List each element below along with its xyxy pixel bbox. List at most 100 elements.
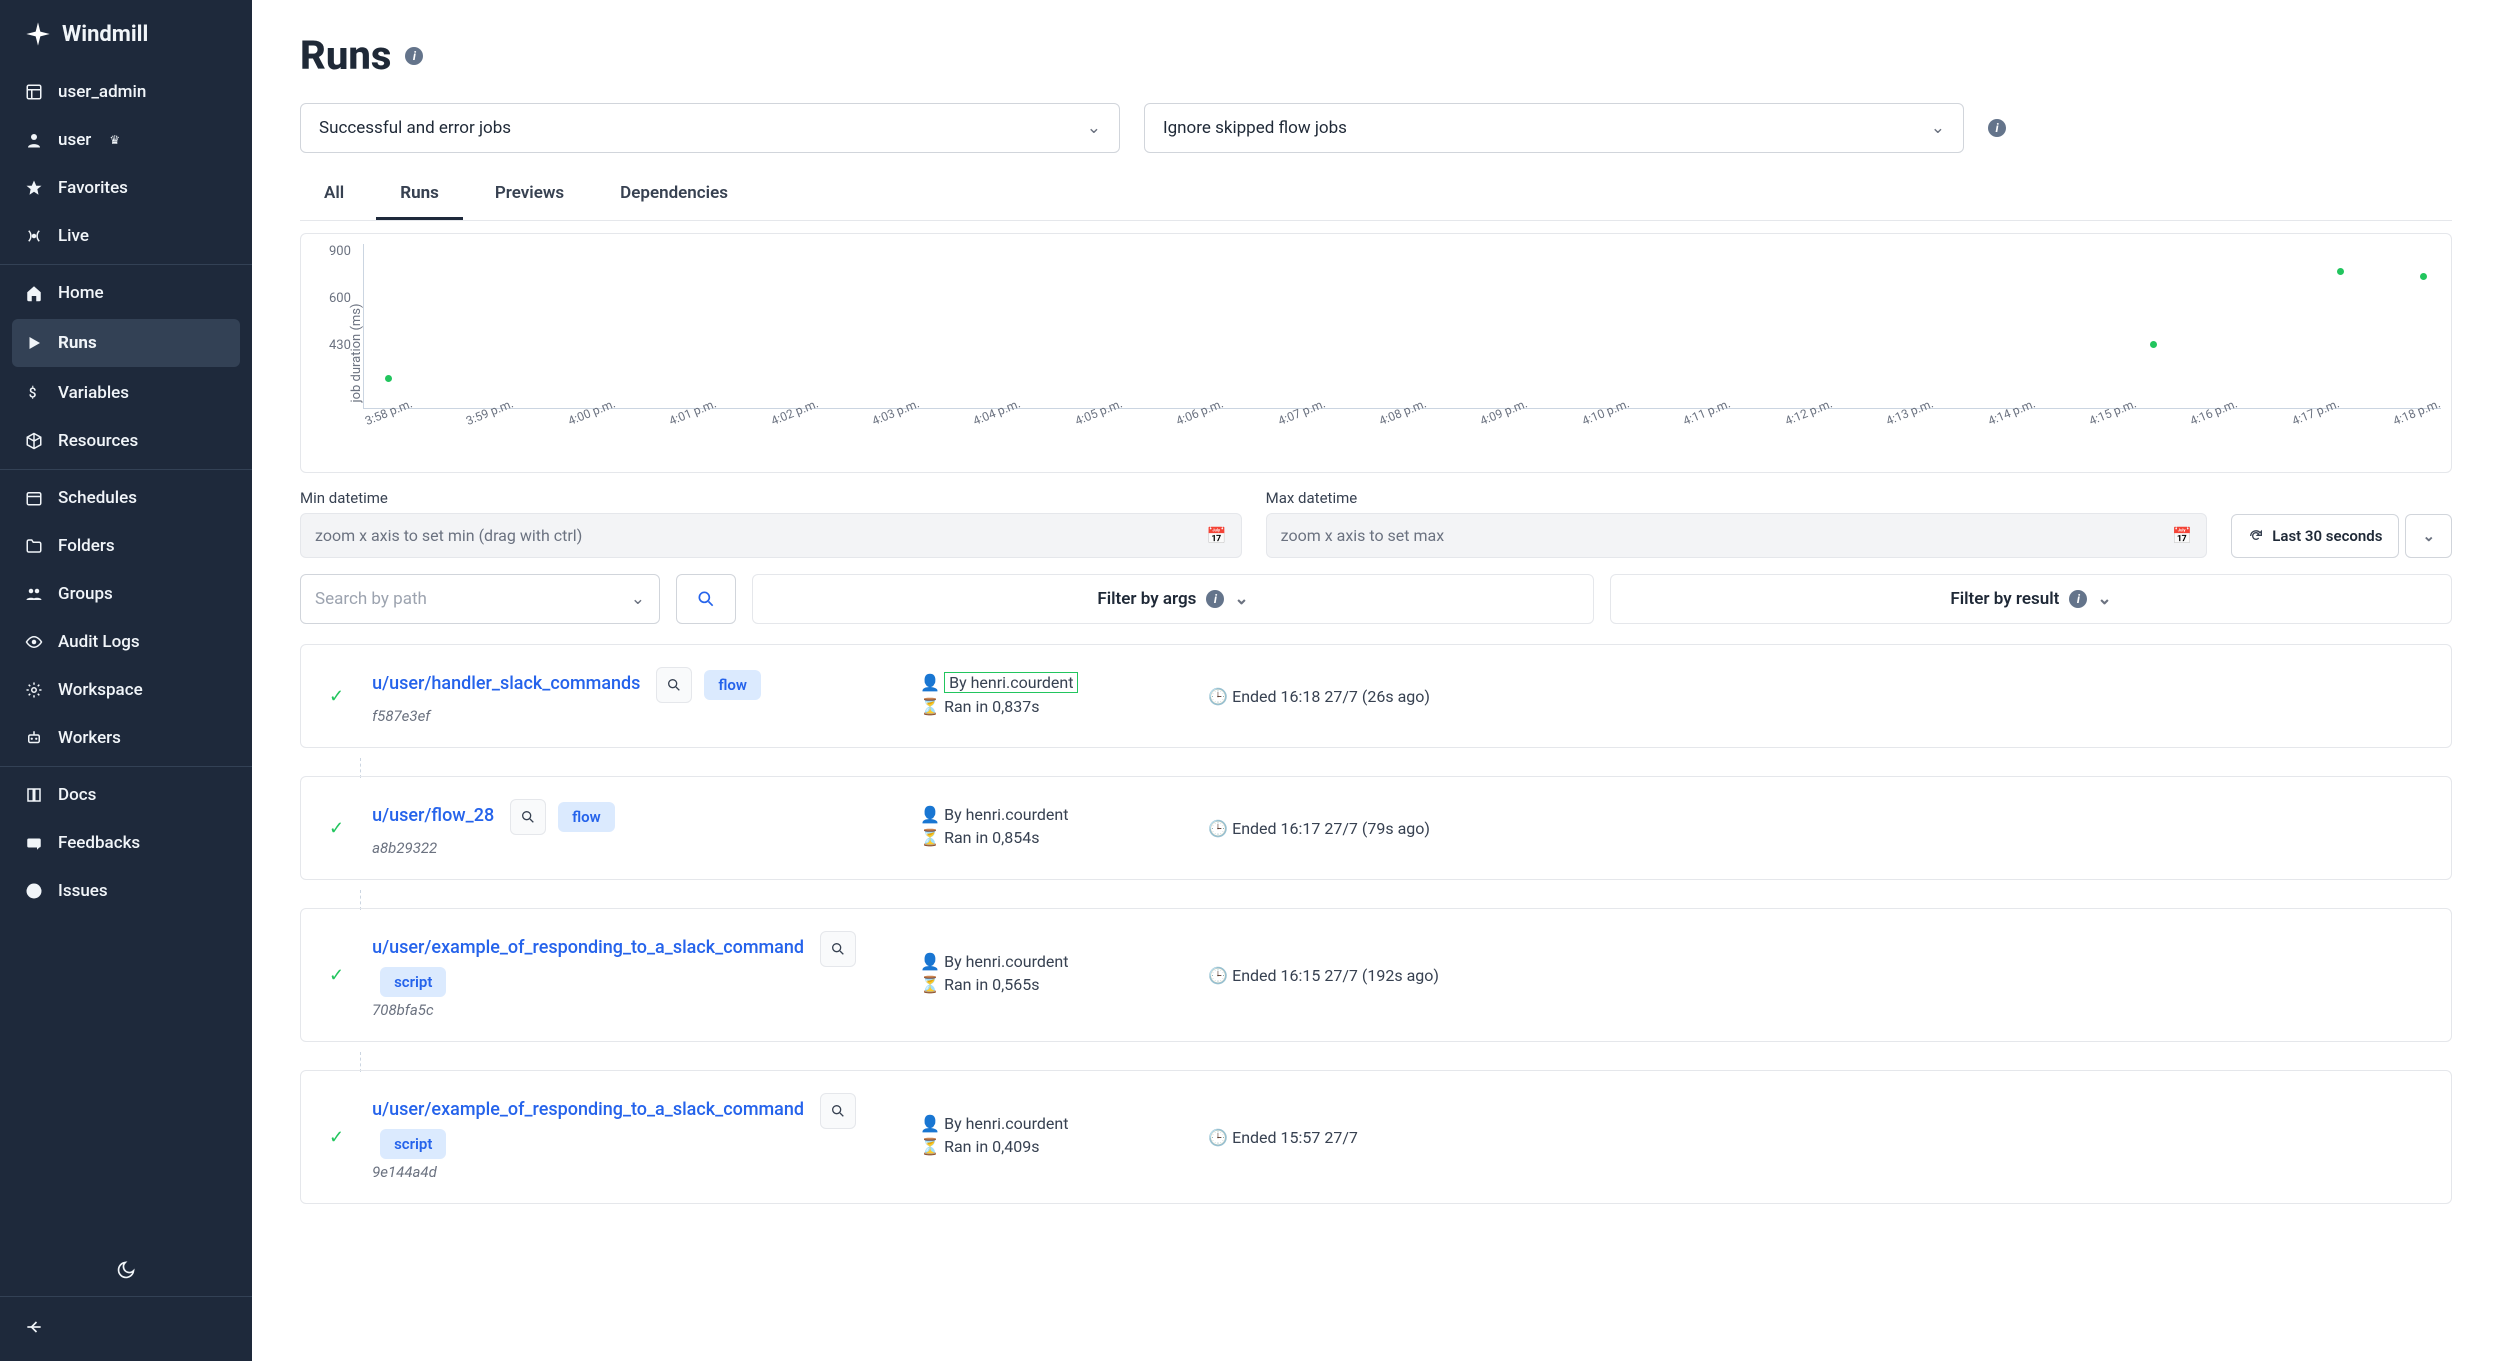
info-icon[interactable]: i (405, 47, 423, 65)
calendar-icon: 📅 (1207, 526, 1227, 545)
inspect-button[interactable] (510, 799, 546, 835)
status-filter-select[interactable]: Successful and error jobs ⌄ (300, 103, 1120, 153)
sidebar-item-user[interactable]: user ♛ (0, 116, 252, 164)
duration-chart[interactable]: job duration (ms) 900 600 430 3:58 p.m.3… (300, 233, 2452, 473)
hourglass-icon: ⏳ (920, 828, 936, 847)
hourglass-icon: ⏳ (920, 1137, 936, 1156)
chart-point[interactable] (2337, 268, 2344, 275)
info-icon[interactable]: i (1988, 119, 2006, 137)
check-icon: ✓ (329, 818, 344, 839)
skipped-filter-select[interactable]: Ignore skipped flow jobs ⌄ (1144, 103, 1964, 153)
sidebar-item-schedules[interactable]: Schedules (0, 474, 252, 522)
user-icon: 👤 (920, 1114, 936, 1133)
run-path[interactable]: u/user/handler_slack_commands (372, 673, 640, 694)
search-button[interactable] (676, 574, 736, 624)
sidebar-item-workspace-settings[interactable]: Workspace (0, 666, 252, 714)
inspect-button[interactable] (656, 667, 692, 703)
brand[interactable]: Windmill (0, 0, 252, 68)
sidebar-item-docs[interactable]: Docs (0, 771, 252, 819)
range-dropdown[interactable]: ⌄ (2405, 514, 2452, 558)
sidebar-item-live[interactable]: Live (0, 212, 252, 260)
min-datetime-input[interactable]: zoom x axis to set min (drag with ctrl) … (300, 513, 1242, 558)
kind-tag: script (380, 967, 446, 997)
clock-icon: 🕒 (1208, 1128, 1224, 1147)
run-card[interactable]: ✓ u/user/handler_slack_commands flow f58… (300, 644, 2452, 748)
run-hash: 9e144a4d (372, 1163, 892, 1181)
chart-point[interactable] (2420, 273, 2427, 280)
clock-icon: 🕒 (1208, 687, 1224, 706)
cube-icon (24, 431, 44, 451)
divider (0, 469, 252, 470)
sidebar-item-label: Audit Logs (58, 632, 140, 652)
sidebar-item-resources[interactable]: Resources (0, 417, 252, 465)
refresh-button[interactable]: Last 30 seconds (2231, 514, 2399, 558)
hourglass-icon: ⏳ (920, 697, 936, 716)
sidebar-item-workspace[interactable]: user_admin (0, 68, 252, 116)
run-duration: Ran in 0,565s (944, 975, 1039, 994)
theme-toggle[interactable] (0, 1244, 252, 1296)
search-input[interactable]: Search by path ⌄ (300, 574, 660, 624)
sidebar-item-runs[interactable]: Runs (12, 319, 240, 367)
filter-args[interactable]: Filter by args i ⌄ (752, 574, 1594, 624)
signal-icon (24, 226, 44, 246)
sidebar-item-groups[interactable]: Groups (0, 570, 252, 618)
sidebar-item-label: Groups (58, 584, 113, 604)
hourglass-icon: ⏳ (920, 975, 936, 994)
sidebar-item-feedbacks[interactable]: Feedbacks (0, 819, 252, 867)
clock-icon: 🕒 (1208, 966, 1224, 985)
sidebar-item-variables[interactable]: $ Variables (0, 369, 252, 417)
run-path[interactable]: u/user/example_of_responding_to_a_slack_… (372, 1099, 804, 1120)
run-path[interactable]: u/user/flow_28 (372, 805, 494, 826)
run-card[interactable]: ✓ u/user/example_of_responding_to_a_slac… (300, 1070, 2452, 1204)
sidebar-item-issues[interactable]: Issues (0, 867, 252, 915)
max-datetime-input[interactable]: zoom x axis to set max 📅 (1266, 513, 2208, 558)
collapse-sidebar[interactable] (0, 1296, 252, 1361)
calendar-icon: 📅 (2172, 526, 2192, 545)
run-by: By henri.courdent (944, 952, 1068, 971)
users-icon (24, 584, 44, 604)
layout-icon (24, 82, 44, 102)
tab-dependencies[interactable]: Dependencies (596, 169, 752, 220)
book-icon (24, 785, 44, 805)
sidebar-item-workers[interactable]: Workers (0, 714, 252, 762)
run-ended: Ended 16:15 27/7 (192s ago) (1232, 966, 1439, 985)
run-ended: Ended 16:18 27/7 (26s ago) (1232, 687, 1430, 706)
tab-runs[interactable]: Runs (376, 169, 463, 220)
filter-label: Filter by result (1950, 589, 2059, 609)
crown-icon: ♛ (109, 133, 120, 147)
chart-point[interactable] (2150, 341, 2157, 348)
chart-yticks: 900 600 430 (329, 244, 351, 353)
kind-tag: flow (558, 802, 615, 832)
sidebar-item-label: Issues (58, 881, 108, 901)
run-by: By henri.courdent (944, 805, 1068, 824)
sidebar-item-favorites[interactable]: Favorites (0, 164, 252, 212)
sidebar-item-label: user (58, 130, 91, 150)
inspect-button[interactable] (820, 931, 856, 967)
run-hash: 708bfa5c (372, 1001, 892, 1019)
sidebar-item-home[interactable]: Home (0, 269, 252, 317)
tab-previews[interactable]: Previews (471, 169, 588, 220)
robot-icon (24, 728, 44, 748)
run-hash: f587e3ef (372, 707, 892, 725)
check-icon: ✓ (329, 686, 344, 707)
chevron-down-icon: ⌄ (1234, 589, 1248, 609)
search-icon (830, 941, 846, 957)
inspect-button[interactable] (820, 1093, 856, 1129)
filter-label: Filter by args (1097, 589, 1196, 609)
kind-tag: script (380, 1129, 446, 1159)
run-duration: Ran in 0,409s (944, 1137, 1039, 1156)
sidebar-item-folders[interactable]: Folders (0, 522, 252, 570)
arrow-left-icon (24, 1317, 44, 1337)
windmill-icon (24, 20, 52, 48)
chart-point[interactable] (385, 375, 392, 382)
filter-result[interactable]: Filter by result i ⌄ (1610, 574, 2452, 624)
run-card[interactable]: ✓ u/user/example_of_responding_to_a_slac… (300, 908, 2452, 1042)
run-duration: Ran in 0,854s (944, 828, 1039, 847)
run-path[interactable]: u/user/example_of_responding_to_a_slack_… (372, 937, 804, 958)
run-card[interactable]: ✓ u/user/flow_28 flow a8b29322 👤By henri… (300, 776, 2452, 880)
eye-icon (24, 632, 44, 652)
tab-all[interactable]: All (300, 169, 368, 220)
check-icon: ✓ (329, 965, 344, 986)
sidebar-item-audit-logs[interactable]: Audit Logs (0, 618, 252, 666)
input-placeholder: Search by path (315, 589, 427, 609)
